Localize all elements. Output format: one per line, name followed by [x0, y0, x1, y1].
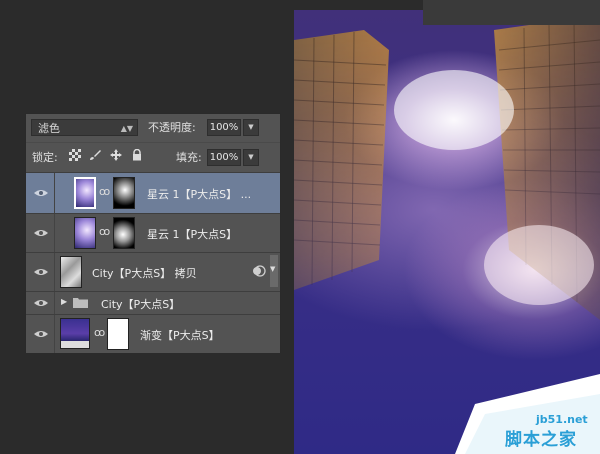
folder-icon [73, 298, 88, 308]
layer-name: City【P大点S】 拷贝 [92, 267, 197, 280]
layer-mask-thumbnail[interactable] [113, 217, 135, 249]
divider [54, 214, 55, 252]
layer-mask-thumbnail[interactable] [107, 318, 129, 350]
blend-mode-select[interactable]: 滤色 ▲▼ [31, 119, 138, 136]
layers-panel: 滤色 ▲▼ 不透明度: 100% ▼ 锁定: 填充: 100% ▼ ꝏ 星云 1… [25, 113, 281, 353]
layer-thumbnail[interactable] [74, 217, 96, 249]
lock-transparent-pixels-icon[interactable] [69, 149, 81, 161]
layer-mask-thumbnail[interactable] [113, 177, 135, 209]
expand-group-triangle-icon[interactable]: ▶ [61, 297, 67, 306]
visibility-eye-icon[interactable] [34, 229, 48, 237]
visibility-eye-icon[interactable] [34, 189, 48, 197]
chevron-down-icon: ▼ [270, 265, 276, 273]
link-chain-icon[interactable]: ꝏ [94, 326, 105, 339]
blend-opacity-row: 滤色 ▲▼ 不透明度: 100% ▼ [26, 114, 280, 141]
layer-row-gradient[interactable]: ꝏ 渐变【P大点S】 [26, 314, 280, 353]
gradient-fill-thumbnail[interactable] [60, 318, 90, 349]
fill-input[interactable]: 100% [207, 149, 241, 166]
expand-effects-button[interactable]: ▼ [270, 255, 278, 287]
link-chain-icon[interactable]: ꝏ [99, 225, 110, 238]
smart-object-thumbnail[interactable] [60, 256, 82, 288]
visibility-eye-icon[interactable] [34, 330, 48, 338]
blend-mode-value: 滤色 [38, 122, 60, 135]
opacity-input[interactable]: 100% [207, 119, 241, 136]
layer-name: City【P大点S】 [101, 298, 181, 311]
lock-position-move-icon[interactable] [110, 149, 122, 161]
watermark-site-name: 脚本之家 [505, 430, 577, 450]
divider [54, 253, 55, 291]
lock-label: 锁定: [32, 151, 58, 164]
layer-row-nebula-1-copy[interactable]: ꝏ 星云 1【P大点S】 ... [26, 172, 280, 213]
layer-row-nebula-1[interactable]: ꝏ 星云 1【P大点S】 [26, 213, 280, 252]
opacity-label: 不透明度: [148, 121, 196, 134]
fill-dropdown-button[interactable]: ▼ [243, 149, 259, 166]
layer-name: 渐变【P大点S】 [140, 329, 220, 342]
layer-thumbnail[interactable] [74, 177, 96, 209]
divider [54, 173, 55, 213]
lock-fill-row: 锁定: 填充: 100% ▼ [26, 142, 280, 172]
lock-image-pixels-brush-icon[interactable] [89, 149, 101, 161]
layer-name: 星云 1【P大点S】 [147, 228, 238, 241]
layer-row-city-group[interactable]: ▶ City【P大点S】 [26, 291, 280, 314]
top-right-dark-strip [423, 0, 600, 25]
divider [54, 315, 55, 353]
opacity-dropdown-button[interactable]: ▼ [243, 119, 259, 136]
divider [54, 292, 55, 314]
layer-effects-icon[interactable] [252, 264, 266, 278]
visibility-eye-icon[interactable] [34, 299, 48, 307]
visibility-eye-icon[interactable] [34, 268, 48, 276]
lock-all-icon[interactable] [131, 149, 143, 161]
fill-label: 填充: [176, 151, 202, 164]
layer-row-city-copy[interactable]: City【P大点S】 拷贝 ▼ [26, 252, 280, 291]
select-arrows-icon: ▲▼ [120, 124, 133, 133]
layer-name: 星云 1【P大点S】 ... [147, 188, 252, 201]
link-chain-icon[interactable]: ꝏ [99, 185, 110, 198]
